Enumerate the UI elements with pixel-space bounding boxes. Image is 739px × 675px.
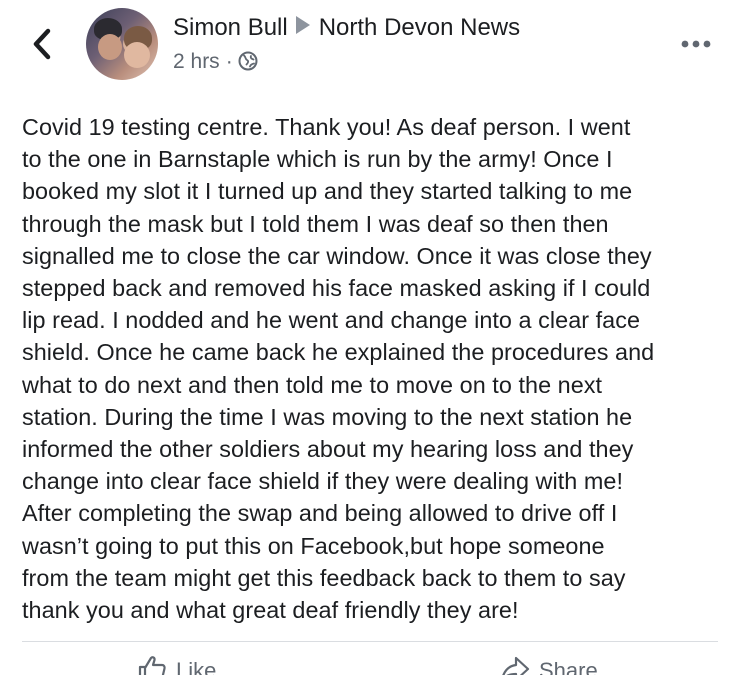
like-label: Like — [176, 658, 217, 675]
more-options-icon — [681, 40, 711, 48]
author-line: Simon Bull North Devon News — [173, 14, 520, 42]
post-body-text: Covid 19 testing centre. Thank you! As d… — [22, 114, 655, 624]
share-button[interactable]: Share — [499, 654, 598, 675]
author-name[interactable]: Simon Bull — [173, 14, 288, 41]
meta-separator: · — [225, 50, 233, 73]
avatar[interactable] — [86, 8, 158, 80]
share-label: Share — [539, 658, 598, 675]
share-icon — [502, 656, 530, 675]
target-page-name[interactable]: North Devon News — [319, 14, 520, 41]
more-options-button[interactable] — [676, 34, 716, 54]
chevron-left-icon — [33, 28, 51, 60]
back-button[interactable] — [28, 26, 58, 62]
action-divider — [22, 641, 718, 642]
globe-icon — [238, 51, 258, 71]
like-button[interactable]: Like — [136, 654, 216, 675]
thumbs-up-icon — [138, 656, 166, 675]
arrow-right-icon — [295, 16, 310, 34]
post-timestamp[interactable]: 2 hrs — [173, 50, 220, 73]
post-header: Simon Bull North Devon News 2 hrs · — [0, 0, 739, 90]
post-meta: 2 hrs · — [173, 50, 258, 74]
